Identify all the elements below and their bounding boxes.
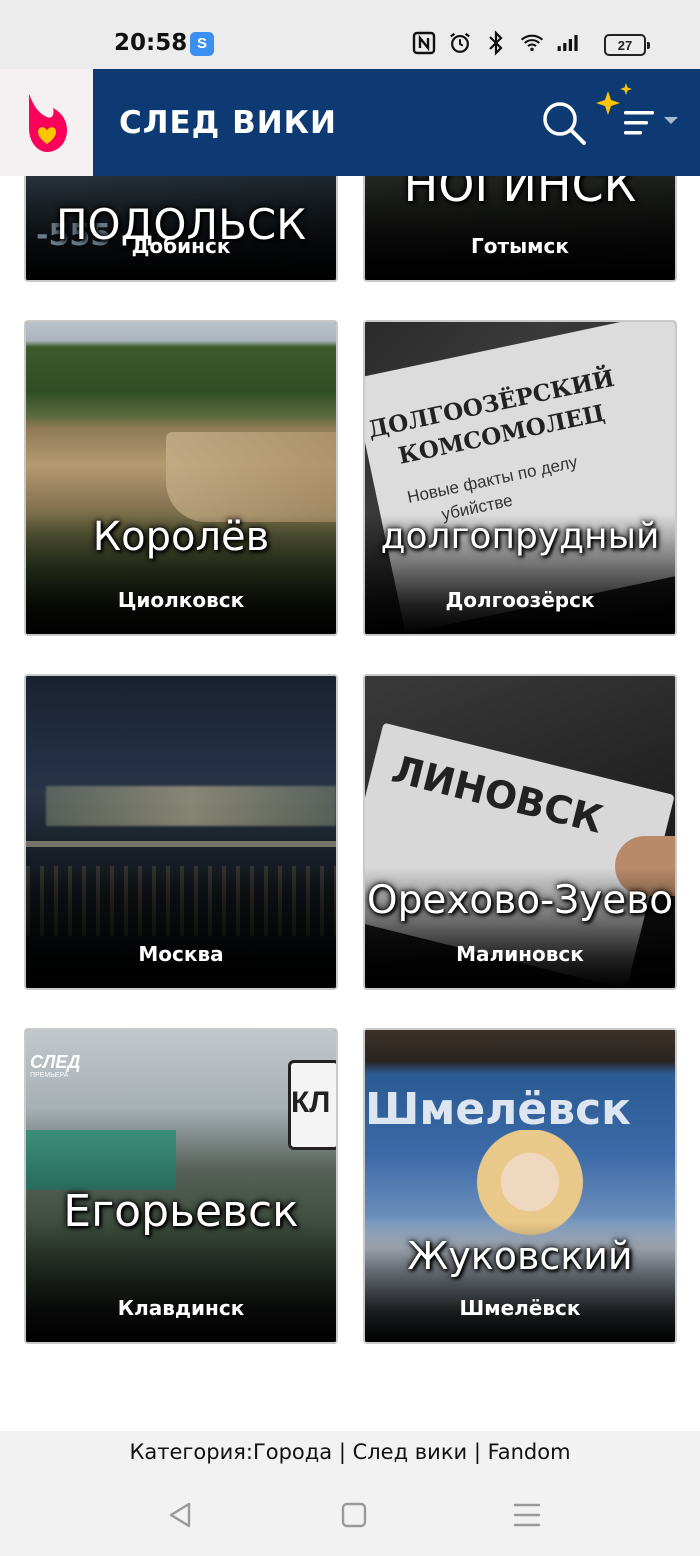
- status-time: 20:58: [114, 30, 188, 56]
- wiki-header: СЛЕД ВИКИ: [0, 69, 700, 176]
- back-button[interactable]: [160, 1495, 200, 1535]
- card-caption: Малиновск: [456, 942, 584, 966]
- tv-logo-sub: ПРЕМЬЕРА: [30, 1072, 69, 1079]
- home-button[interactable]: [334, 1495, 374, 1535]
- card-caption: Готымск: [471, 234, 569, 258]
- wiki-name[interactable]: СЛЕД ВИКИ: [119, 105, 337, 141]
- main-menu-button[interactable]: [594, 81, 686, 153]
- newspaper-masthead: ЛИНОВСК: [387, 746, 608, 842]
- page-title-bar: Категория:Города | След вики | Fandom: [0, 1431, 700, 1473]
- status-bar: 20:58 S 27: [0, 0, 700, 69]
- alarm-icon: [448, 30, 472, 56]
- card-caption: Клавдинск: [117, 1296, 245, 1320]
- category-gallery: -555 ПОДОЛЬСК Добинск НОГИНСК Готымск Ко…: [0, 176, 700, 1431]
- menu-sparkle-icon: [596, 83, 678, 135]
- road-sign: КЛ: [288, 1060, 336, 1150]
- search-icon: [543, 102, 586, 145]
- fandom-logo[interactable]: [0, 69, 93, 176]
- city-card[interactable]: -555 ПОДОЛЬСК Добинск: [24, 176, 338, 282]
- card-caption: Москва: [138, 942, 224, 966]
- monitor-headline: Шмелёвск: [365, 1084, 632, 1135]
- tv-logo: СЛЕД: [30, 1052, 81, 1072]
- battery-icon: 27: [604, 34, 650, 56]
- city-card[interactable]: Москва: [24, 674, 338, 990]
- card-overlay-text: НОГИНСК: [403, 176, 637, 212]
- wifi-icon: [520, 30, 544, 56]
- city-card[interactable]: Королёв Циолковск: [24, 320, 338, 636]
- app-notification-icon: S: [190, 32, 214, 56]
- card-caption: Добинск: [131, 234, 231, 258]
- card-overlay-text: Жуковский: [407, 1234, 633, 1278]
- card-caption: Циолковск: [117, 588, 245, 612]
- status-icons: [412, 30, 580, 56]
- back-triangle-icon: [169, 1502, 191, 1528]
- card-overlay-text: Егорьевск: [63, 1186, 299, 1237]
- card-overlay-text: долгопрудный: [380, 516, 660, 557]
- recents-button[interactable]: [507, 1495, 547, 1535]
- bluetooth-icon: [484, 30, 508, 56]
- chevron-down-icon: [664, 117, 678, 124]
- city-card[interactable]: НОГИНСК Готымск: [363, 176, 677, 282]
- card-caption: Шмелёвск: [459, 1296, 581, 1320]
- card-shade: [26, 868, 336, 988]
- city-card[interactable]: Шмелёвск Жуковский Шмелёвск: [363, 1028, 677, 1344]
- card-caption: Долгоозёрск: [445, 588, 595, 612]
- card-overlay-text: Королёв: [92, 514, 270, 560]
- city-card[interactable]: ЛИНОВСК Орехово-Зуево Малиновск: [363, 674, 677, 990]
- card-overlay-text: Орехово-Зуево: [366, 878, 674, 923]
- signal-icon: [556, 30, 580, 56]
- battery-level: 27: [617, 37, 633, 53]
- home-square-icon: [341, 1502, 367, 1528]
- recents-lines-icon: [513, 1503, 541, 1527]
- nfc-icon: [412, 30, 436, 56]
- fandom-heart-flame-icon: [28, 93, 67, 152]
- card-shade: [26, 1222, 336, 1342]
- search-button[interactable]: [538, 97, 590, 149]
- system-nav-bar: [0, 1473, 700, 1556]
- city-card[interactable]: КЛ СЛЕД ПРЕМЬЕРА Егорьевск Клавдинск: [24, 1028, 338, 1344]
- city-card[interactable]: ДОЛГООЗЁРСКИЙ КОМСОМОЛЕЦ Новые факты по …: [363, 320, 677, 636]
